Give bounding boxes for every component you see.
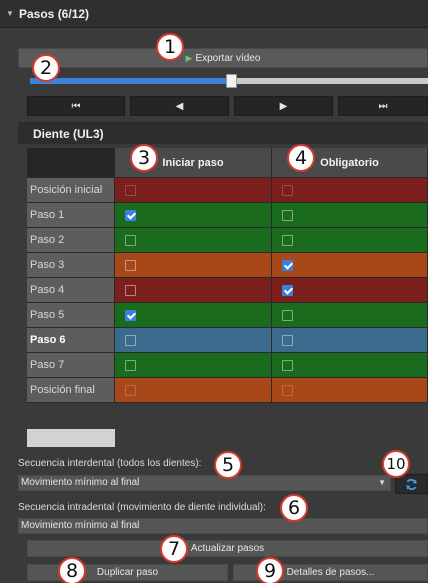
steps-section-title: Pasos (6/12)	[19, 7, 90, 21]
grid-row: Paso 5	[27, 303, 428, 328]
mandatory-checkbox[interactable]	[282, 235, 293, 246]
start-step-checkbox[interactable]	[125, 385, 136, 396]
step-label[interactable]: Posición final	[27, 378, 115, 403]
refresh-icon	[406, 478, 417, 490]
start-step-checkbox[interactable]	[125, 360, 136, 371]
step-cell	[115, 378, 272, 403]
grid-row: Paso 1	[27, 203, 428, 228]
mandatory-checkbox[interactable]	[282, 310, 293, 321]
mandatory-checkbox[interactable]	[282, 210, 293, 221]
step-details-label: Detalles de pasos...	[286, 567, 375, 578]
step-cell	[272, 278, 428, 303]
step-cell	[272, 203, 428, 228]
steps-grid: Iniciar paso Obligatorio Posición inicia…	[27, 148, 428, 403]
step-cell	[272, 178, 428, 203]
callout-marker: 4	[287, 144, 315, 172]
start-step-checkbox[interactable]	[125, 185, 136, 196]
step-label[interactable]: Posición inicial	[27, 178, 115, 203]
duplicate-step-label: Duplicar paso	[96, 567, 159, 578]
start-step-checkbox[interactable]	[125, 285, 136, 296]
export-video-button[interactable]: ▶ Exportar vídeo	[18, 48, 428, 68]
mandatory-checkbox[interactable]	[282, 260, 293, 271]
play-icon: ▶	[185, 52, 193, 63]
grid-row: Paso 3	[27, 253, 428, 278]
step-label[interactable]: Paso 2	[27, 228, 115, 253]
callout-marker: 10	[382, 450, 410, 478]
callout-marker: 8	[58, 557, 86, 583]
skip-first-icon: ⏮	[71, 100, 81, 112]
timeline-thumb[interactable]	[226, 74, 237, 88]
chevron-down-icon: ▼	[378, 478, 386, 487]
tooth-header: Diente (UL3)	[18, 122, 428, 144]
callout-marker: 6	[280, 494, 308, 522]
step-label[interactable]: Paso 3	[27, 253, 115, 278]
last-step-button[interactable]: ⏭	[338, 96, 428, 116]
grid-row: Paso 7	[27, 353, 428, 378]
step-cell	[272, 378, 428, 403]
step-cell	[272, 303, 428, 328]
steps-section-header[interactable]: ▼ Pasos (6/12)	[0, 0, 428, 28]
start-step-checkbox[interactable]	[125, 235, 136, 246]
callout-marker: 9	[256, 557, 284, 583]
intradental-value: Movimiento mínimo al final	[21, 520, 140, 531]
callout-marker: 7	[160, 535, 188, 563]
step-label[interactable]: Paso 1	[27, 203, 115, 228]
callout-marker: 2	[32, 54, 60, 82]
start-step-checkbox[interactable]	[125, 210, 136, 221]
start-step-checkbox[interactable]	[125, 310, 136, 321]
timeline-progress	[30, 78, 229, 84]
interdental-value: Movimiento mínimo al final	[21, 477, 140, 488]
export-video-label: Exportar vídeo	[195, 52, 261, 64]
step-label[interactable]: Paso 5	[27, 303, 115, 328]
update-steps-button[interactable]: Actualizar pasos	[27, 540, 428, 557]
prev-icon: ◀	[175, 100, 184, 112]
grid-row: Posición final	[27, 378, 428, 403]
tooth-title: Diente (UL3)	[33, 127, 104, 141]
step-label[interactable]: Paso 4	[27, 278, 115, 303]
mandatory-checkbox[interactable]	[282, 360, 293, 371]
mandatory-checkbox[interactable]	[282, 285, 293, 296]
step-cell	[272, 353, 428, 378]
callout-marker: 5	[214, 451, 242, 479]
step-cell	[272, 328, 428, 353]
step-cell	[115, 353, 272, 378]
intradental-label: Secuencia intradental (movimiento de die…	[18, 502, 266, 513]
step-cell	[272, 228, 428, 253]
step-label[interactable]: Paso 6	[27, 328, 115, 353]
step-cell	[115, 228, 272, 253]
interdental-label: Secuencia interdental (todos los dientes…	[18, 458, 202, 469]
step-cell	[115, 178, 272, 203]
skip-last-icon: ⏭	[378, 100, 388, 112]
start-step-checkbox[interactable]	[125, 260, 136, 271]
intradental-select[interactable]: Movimiento mínimo al final	[18, 518, 428, 534]
grid-corner	[27, 148, 115, 178]
step-cell	[115, 278, 272, 303]
next-icon: ▶	[279, 100, 288, 112]
mandatory-checkbox[interactable]	[282, 335, 293, 346]
start-step-checkbox[interactable]	[125, 335, 136, 346]
collapse-triangle-icon[interactable]: ▼	[6, 9, 14, 18]
grid-row: Posición inicial	[27, 178, 428, 203]
mandatory-checkbox[interactable]	[282, 185, 293, 196]
update-steps-label: Actualizar pasos	[190, 543, 265, 554]
next-step-button[interactable]: ▶	[234, 96, 333, 116]
step-cell	[115, 203, 272, 228]
mandatory-checkbox[interactable]	[282, 385, 293, 396]
grid-row: Paso 4	[27, 278, 428, 303]
callout-marker: 3	[130, 144, 158, 172]
step-cell	[115, 328, 272, 353]
grid-row: Paso 2	[27, 228, 428, 253]
step-cell	[272, 253, 428, 278]
step-cell	[115, 303, 272, 328]
interdental-select[interactable]: Movimiento mínimo al final ▼	[18, 475, 391, 491]
grid-row: Paso 6	[27, 328, 428, 353]
grid-footer-cell	[27, 429, 115, 447]
step-label[interactable]: Paso 7	[27, 353, 115, 378]
step-cell	[115, 253, 272, 278]
grid-header-row: Iniciar paso Obligatorio	[27, 148, 428, 178]
prev-step-button[interactable]: ◀	[130, 96, 229, 116]
first-step-button[interactable]: ⏮	[27, 96, 125, 116]
callout-marker: 1	[156, 33, 184, 61]
